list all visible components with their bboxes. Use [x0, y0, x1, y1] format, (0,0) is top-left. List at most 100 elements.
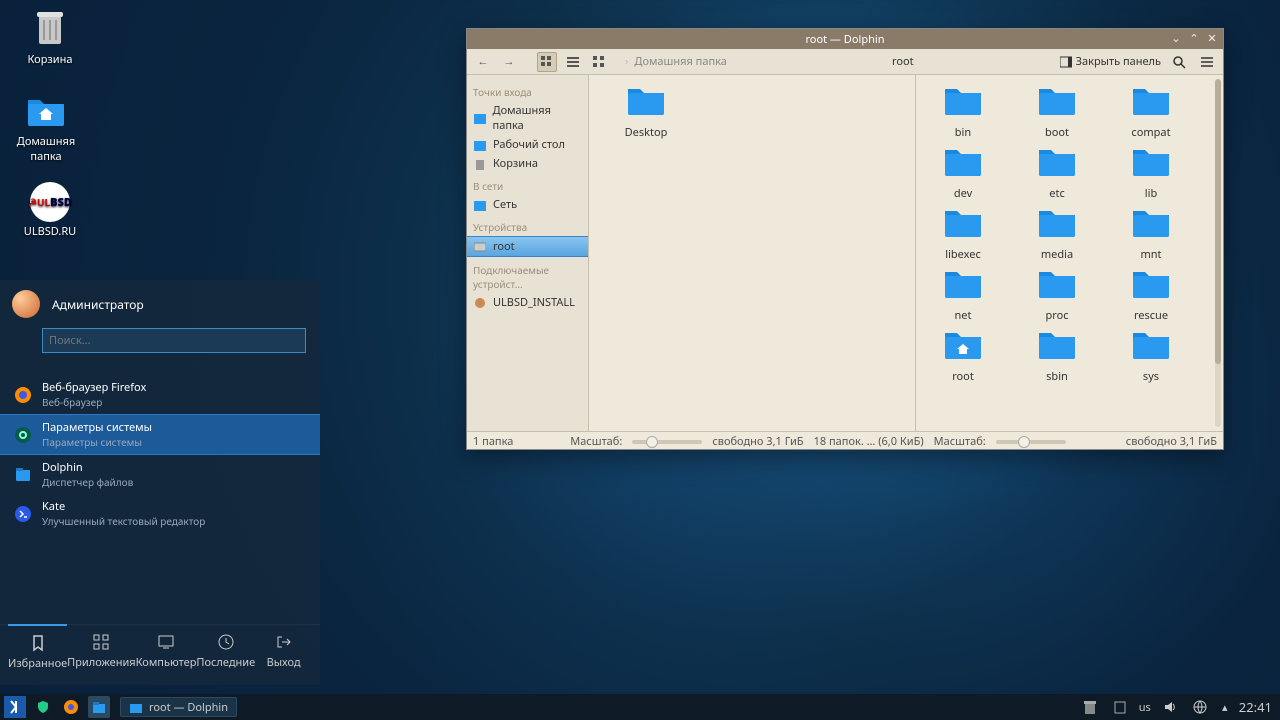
forward-button[interactable]: → [499, 52, 519, 72]
search-button[interactable] [1169, 52, 1189, 72]
folder-item[interactable]: mnt [1108, 205, 1194, 262]
trash-icon [1082, 699, 1098, 715]
folder-item[interactable]: bin [920, 83, 1006, 140]
folder-icon [942, 144, 984, 178]
folder-item[interactable]: libexec [920, 205, 1006, 262]
tab-recent[interactable]: Последние [196, 625, 255, 671]
right-pane[interactable]: binbootcompat devetclib libexecmediamnt net… [916, 75, 1223, 431]
section-devices: Устройства [467, 214, 588, 236]
clock-icon [217, 633, 235, 651]
free-right: свободно 3,1 ГиБ [1126, 434, 1217, 449]
folder-item[interactable]: proc [1014, 266, 1100, 323]
place-trash[interactable]: Корзина [467, 154, 588, 173]
fav-kate[interactable]: KateУлучшенный текстовый редактор [0, 494, 320, 533]
zoom-slider-right[interactable] [996, 440, 1066, 444]
tray-trash[interactable] [1079, 696, 1101, 718]
volume-icon [1163, 700, 1177, 714]
home-folder-icon [25, 92, 67, 128]
ulbsd-icon: ☭ULBSD [30, 182, 70, 222]
tab-apps[interactable]: Приложения [67, 625, 135, 671]
folder-icon [1036, 205, 1078, 239]
task-dolphin[interactable]: root — Dolphin [120, 697, 237, 717]
scale-label-r: Масштаб: [934, 434, 986, 449]
search-input[interactable] [42, 328, 306, 353]
back-button[interactable]: ← [473, 52, 493, 72]
view-icons-button[interactable] [537, 52, 557, 72]
close-button[interactable]: ✕ [1205, 31, 1219, 45]
kde-icon [7, 699, 23, 715]
desktop-icon-home[interactable]: Домашняя папка [6, 92, 86, 164]
folder-icon [942, 83, 984, 117]
folder-item[interactable]: boot [1014, 83, 1100, 140]
section-network: В сети [467, 173, 588, 195]
fav-settings[interactable]: Параметры системыПараметры системы [0, 414, 320, 455]
user-avatar[interactable] [12, 290, 40, 318]
user-name: Администратор [52, 296, 144, 313]
keyboard-layout[interactable]: us [1139, 700, 1151, 715]
titlebar[interactable]: root — Dolphin ⌄ ⌃ ✕ [467, 29, 1223, 49]
folder-icon [625, 83, 667, 117]
fav-dolphin[interactable]: DolphinДиспетчер файлов [0, 455, 320, 494]
tray-firefox[interactable] [60, 696, 82, 718]
folder-item[interactable]: etc [1014, 144, 1100, 201]
tray-clipboard[interactable] [1109, 696, 1131, 718]
tray-volume[interactable] [1159, 696, 1181, 718]
folder-icon [1036, 83, 1078, 117]
label: ULBSD.RU [10, 224, 90, 239]
folder-item[interactable]: media [1014, 205, 1100, 262]
maximize-button[interactable]: ⌃ [1187, 31, 1201, 45]
place-network[interactable]: Сеть [467, 195, 588, 214]
left-count: 1 папка [473, 434, 513, 449]
start-button[interactable] [4, 696, 26, 718]
folder-item[interactable]: sys [1108, 327, 1194, 384]
active-pane-label: root [892, 54, 914, 69]
folder-item[interactable]: sbin [1014, 327, 1100, 384]
search-icon [1172, 55, 1186, 69]
minimize-button[interactable]: ⌄ [1169, 31, 1183, 45]
place-desktop[interactable]: Рабочий стол [467, 135, 588, 154]
shield-icon [35, 699, 51, 715]
menu-button[interactable] [1197, 52, 1217, 72]
folder-icon [1130, 266, 1172, 300]
folder-item[interactable]: lib [1108, 144, 1194, 201]
status-bar: 1 папка Масштаб: свободно 3,1 ГиБ 18 пап… [467, 431, 1223, 451]
desktop-icon-ulbsd[interactable]: ☭ULBSD ULBSD.RU [10, 182, 90, 239]
desktop-icon-trash[interactable]: Корзина [10, 6, 90, 67]
computer-icon [157, 633, 175, 651]
folder-item[interactable]: compat [1108, 83, 1194, 140]
tab-favorites[interactable]: Избранное [8, 624, 67, 671]
folder-icon [942, 327, 984, 361]
taskbar: root — Dolphin us ▴ 22:41 [0, 694, 1280, 720]
tab-logout[interactable]: Выход [255, 625, 312, 671]
close-panel-button[interactable]: Закрыть панель [1060, 54, 1161, 69]
place-root[interactable]: root [467, 236, 588, 257]
folder-item[interactable]: root [920, 327, 1006, 384]
view-list-button[interactable] [563, 52, 583, 72]
tray-expand[interactable]: ▴ [1219, 696, 1231, 718]
tray-updates[interactable] [32, 696, 54, 718]
fav-firefox[interactable]: Веб-браузер FirefoxВеб-браузер [0, 375, 320, 414]
place-home[interactable]: Домашняя папка [467, 101, 588, 135]
folder-item[interactable]: rescue [1108, 266, 1194, 323]
folder-icon [1036, 144, 1078, 178]
apps-icon [92, 633, 110, 651]
breadcrumb[interactable]: ›Домашняя папка [615, 54, 886, 69]
left-pane[interactable]: Desktop [589, 75, 916, 431]
folder-item[interactable]: net [920, 266, 1006, 323]
folder-item[interactable]: dev [920, 144, 1006, 201]
folder-item[interactable]: Desktop [603, 83, 689, 140]
view-tree-button[interactable] [589, 52, 609, 72]
media-icon [473, 296, 487, 310]
scrollbar[interactable] [1215, 79, 1221, 427]
logout-icon [275, 633, 293, 651]
network-icon [1193, 700, 1207, 714]
tray-dolphin[interactable] [88, 696, 110, 718]
trash-icon [31, 6, 69, 46]
folder-icon [1130, 144, 1172, 178]
clock[interactable]: 22:41 [1239, 698, 1272, 716]
tab-computer[interactable]: Компьютер [136, 625, 197, 671]
firefox-icon [14, 386, 32, 404]
place-install[interactable]: ULBSD_INSTALL [467, 293, 588, 312]
zoom-slider-left[interactable] [632, 440, 702, 444]
tray-network[interactable] [1189, 696, 1211, 718]
